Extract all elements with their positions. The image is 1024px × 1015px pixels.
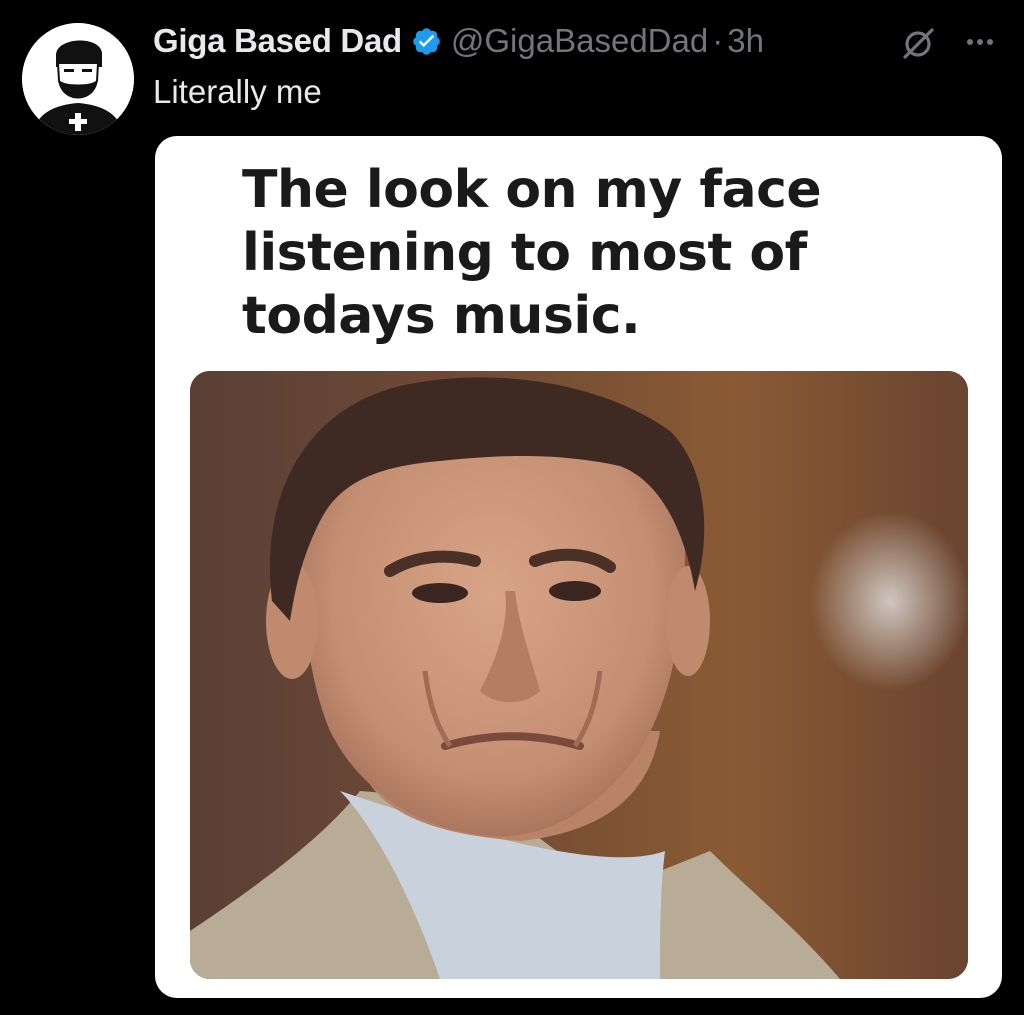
timestamp[interactable]: 3h [727,22,764,60]
bearded-man-avatar-icon [22,23,134,135]
grok-icon[interactable] [899,24,937,62]
meme-photo [190,371,968,979]
tweet-text: Literally me [153,73,322,110]
display-name[interactable]: Giga Based Dad [153,22,402,60]
grimacing-man-photo [190,371,968,979]
author-handle[interactable]: @GigaBasedDad [451,22,708,60]
more-options-icon[interactable] [958,26,1002,58]
avatar[interactable] [22,23,134,135]
verified-badge-icon [411,26,442,57]
tweet-header: Giga Based Dad @GigaBasedDad · 3h [153,18,764,64]
separator-dot: · [712,22,724,59]
tweet: Giga Based Dad @GigaBasedDad · 3h Litera… [0,0,1024,1015]
meme-caption: The look on my face listening to most of… [242,160,822,346]
tweet-media[interactable]: The look on my face listening to most of… [155,136,1002,998]
